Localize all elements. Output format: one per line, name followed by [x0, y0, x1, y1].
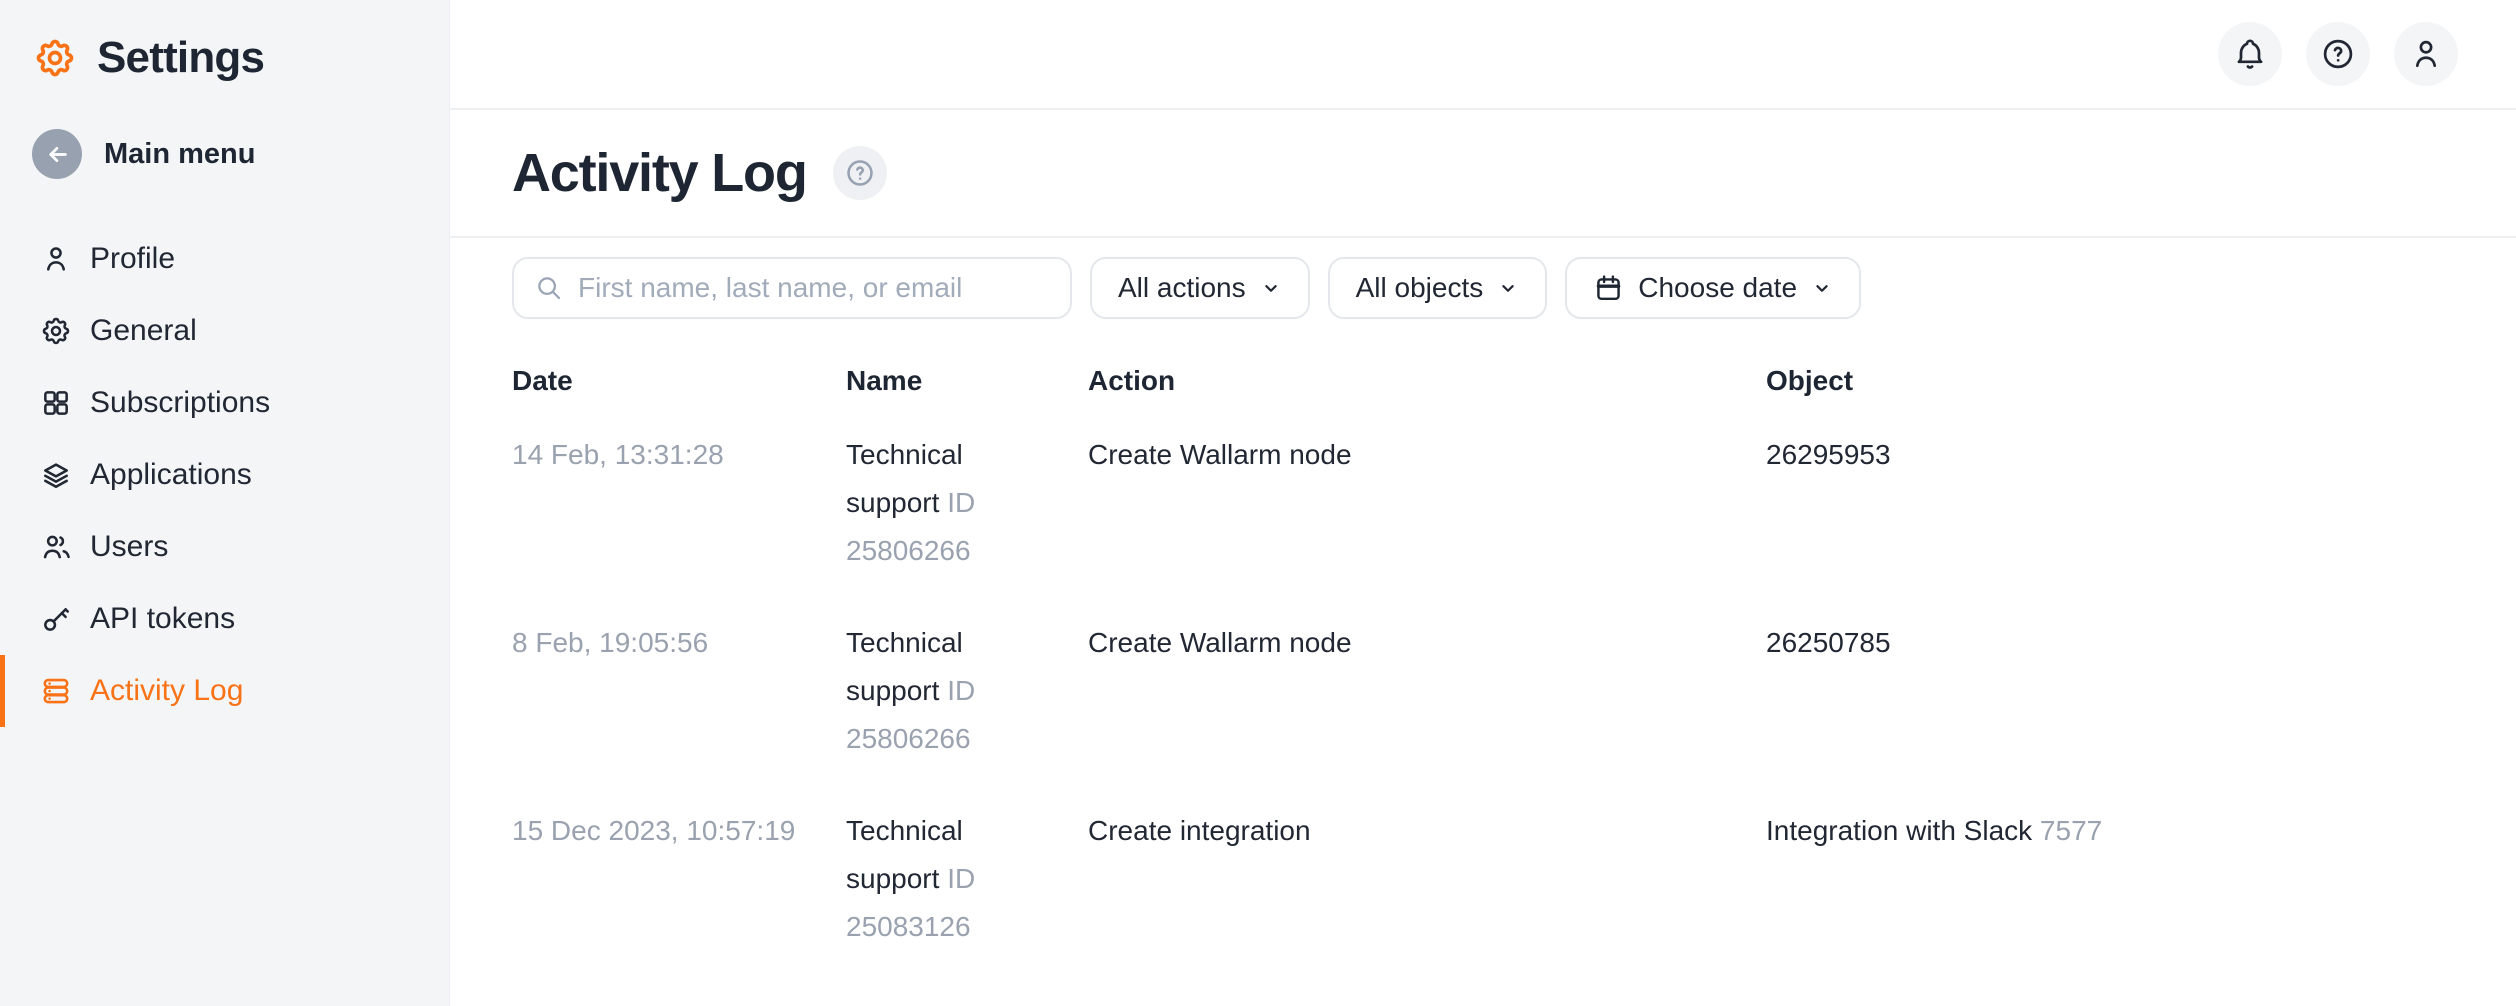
actions-dropdown[interactable]: All actions [1090, 257, 1310, 319]
chevron-down-icon [1260, 277, 1282, 299]
help-circle-icon [2320, 36, 2356, 72]
cell-date: 15 Dec 2023, 10:57:19 [512, 807, 846, 951]
settings-gear-icon [33, 36, 77, 80]
app-root: Settings Main menu Profile [0, 0, 2516, 1006]
date-dropdown[interactable]: Choose date [1565, 257, 1861, 319]
topbar [450, 0, 2516, 110]
cell-object-text: Integration with Slack [1766, 815, 2032, 846]
table-rows-icon [40, 675, 72, 707]
cell-name: Technical support ID 25083126 [846, 807, 1088, 951]
sidebar-item-label: Activity Log [90, 674, 243, 708]
main-menu-label: Main menu [104, 138, 255, 171]
table-row: 15 Dec 2023, 10:57:19 Technical support … [512, 783, 2454, 971]
page-header: Activity Log [450, 110, 2516, 238]
grid-icon [40, 387, 72, 419]
chevron-down-icon [1811, 277, 1833, 299]
cell-action: Create integration [1088, 807, 1766, 951]
actions-dropdown-label: All actions [1118, 272, 1246, 304]
cell-name-text: Technical support [846, 439, 963, 518]
cell-object: 26250785 [1766, 619, 2454, 763]
users-icon [40, 531, 72, 563]
user-icon [2408, 36, 2444, 72]
sidebar-item-label: Users [90, 530, 168, 564]
main-menu-back-button[interactable]: Main menu [32, 129, 449, 179]
objects-dropdown-label: All objects [1356, 272, 1484, 304]
chevron-down-icon [1497, 277, 1519, 299]
help-button[interactable] [2306, 22, 2370, 86]
cell-object: 26295953 [1766, 431, 2454, 575]
sidebar-item-label: API tokens [90, 602, 235, 636]
cell-object-text: 26295953 [1766, 439, 1891, 470]
sidebar-item-activity-log[interactable]: Activity Log [0, 655, 449, 727]
layers-icon [40, 459, 72, 491]
sidebar-item-label: General [90, 314, 197, 348]
search-icon [534, 273, 564, 303]
column-header-object: Object [1766, 365, 2454, 407]
gear-icon [40, 315, 72, 347]
cell-object-id: 7577 [2040, 815, 2102, 846]
cell-object-text: 26250785 [1766, 627, 1891, 658]
main-area: Activity Log All actions [450, 0, 2516, 1006]
sidebar-item-applications[interactable]: Applications [0, 439, 449, 511]
notifications-button[interactable] [2218, 22, 2282, 86]
page-title: Activity Log [512, 142, 807, 204]
bell-icon [2232, 36, 2268, 72]
sidebar-item-label: Applications [90, 458, 252, 492]
sidebar-item-subscriptions[interactable]: Subscriptions [0, 367, 449, 439]
cell-action: Create Wallarm node [1088, 619, 1766, 763]
calendar-icon [1593, 273, 1624, 304]
cell-name-text: Technical support [846, 815, 963, 894]
cell-date: 8 Feb, 19:05:56 [512, 619, 846, 763]
page-help-badge[interactable] [833, 146, 887, 200]
column-header-action: Action [1088, 365, 1766, 407]
sidebar-item-users[interactable]: Users [0, 511, 449, 583]
search-input[interactable] [578, 272, 1050, 304]
cell-action: Create Wallarm node [1088, 431, 1766, 575]
key-icon [40, 603, 72, 635]
table-header: Date Name Action Object [512, 365, 2454, 407]
cell-date: 14 Feb, 13:31:28 [512, 431, 846, 575]
search-box [512, 257, 1072, 319]
cell-object: Integration with Slack 7577 [1766, 807, 2454, 951]
account-button[interactable] [2394, 22, 2458, 86]
page-content: All actions All objects [450, 238, 2516, 971]
filter-bar: All actions All objects [512, 257, 2454, 319]
table-row: 14 Feb, 13:31:28 Technical support ID 25… [512, 407, 2454, 595]
sidebar-title: Settings [97, 33, 264, 83]
cell-name: Technical support ID 25806266 [846, 619, 1088, 763]
sidebar-menu: Profile General Subscriptions [0, 223, 449, 727]
table-row: 8 Feb, 19:05:56 Technical support ID 258… [512, 595, 2454, 783]
arrow-left-icon [32, 129, 82, 179]
objects-dropdown[interactable]: All objects [1328, 257, 1548, 319]
sidebar-item-label: Profile [90, 242, 175, 276]
sidebar-item-label: Subscriptions [90, 386, 270, 420]
sidebar-item-profile[interactable]: Profile [0, 223, 449, 295]
sidebar: Settings Main menu Profile [0, 0, 450, 1006]
activity-table: Date Name Action Object 14 Feb, 13:31:28… [512, 365, 2454, 971]
column-header-name: Name [846, 365, 1088, 407]
settings-header: Settings [0, 0, 449, 83]
date-dropdown-label: Choose date [1638, 272, 1797, 304]
sidebar-item-api-tokens[interactable]: API tokens [0, 583, 449, 655]
cell-name-text: Technical support [846, 627, 963, 706]
column-header-date: Date [512, 365, 846, 407]
question-circle-icon [844, 157, 876, 189]
sidebar-item-general[interactable]: General [0, 295, 449, 367]
user-icon [40, 243, 72, 275]
cell-name: Technical support ID 25806266 [846, 431, 1088, 575]
